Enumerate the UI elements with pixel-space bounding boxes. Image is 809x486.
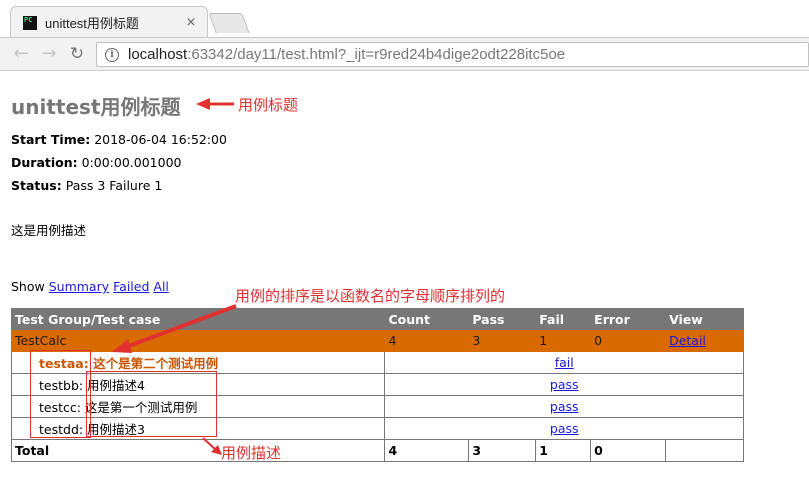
status-label: Status: — [11, 178, 62, 193]
reload-icon[interactable]: ↻ — [66, 43, 88, 65]
class-view-cell: Detail — [665, 329, 744, 352]
tab-close-icon[interactable]: × — [183, 15, 199, 30]
table-header-row: Test Group/Test case Count Pass Fail Err… — [10, 308, 744, 330]
tab-strip: PC unittest用例标题 × — [0, 0, 809, 38]
browser-toolbar: ← → ↻ i localhost:63342/day11/test.html?… — [0, 37, 809, 71]
browser-tab[interactable]: PC unittest用例标题 × — [10, 6, 208, 38]
status-line: Status: Pass 3 Failure 1 — [11, 178, 162, 193]
report-description: 这是用例描述 — [11, 223, 87, 238]
back-arrow-icon[interactable]: ← — [10, 43, 32, 65]
start-time-line: Start Time: 2018-06-04 16:52:00 — [11, 132, 227, 147]
test-case-status-link[interactable]: fail — [555, 355, 574, 370]
duration-line: Duration: 0:00:00.001000 — [11, 155, 182, 170]
show-summary-link[interactable]: Summary — [49, 279, 109, 294]
class-fail: 1 — [535, 329, 592, 352]
total-label: Total — [10, 439, 386, 462]
status-value: Pass 3 Failure 1 — [65, 178, 163, 193]
total-row: Total 4 3 1 0 — [10, 439, 744, 462]
test-case-status-link[interactable]: pass — [550, 377, 579, 392]
duration-value: 0:00:00.001000 — [81, 155, 182, 170]
page-title: unittest用例标题 — [11, 95, 181, 119]
address-bar[interactable]: i localhost:63342/day11/test.html?_ijt=r… — [96, 42, 809, 67]
col-header-fail: Fail — [535, 308, 592, 330]
new-tab-button[interactable] — [208, 13, 250, 33]
total-pass: 3 — [468, 439, 537, 462]
test-case-status-cell: pass — [384, 373, 744, 396]
col-header-count: Count — [384, 308, 470, 330]
start-time-label: Start Time: — [11, 132, 91, 147]
test-class-row: TestCalc 4 3 1 0 Detail — [10, 329, 744, 352]
annotation-title-note: 用例标题 — [238, 96, 299, 114]
class-name: TestCalc — [10, 329, 386, 352]
class-count: 4 — [384, 329, 470, 352]
col-header-group: Test Group/Test case — [10, 308, 386, 330]
class-pass: 3 — [468, 329, 537, 352]
show-failed-link[interactable]: Failed — [113, 279, 149, 294]
total-view-empty — [665, 439, 744, 462]
tab-title: unittest用例标题 — [45, 16, 139, 31]
page-info-icon[interactable]: i — [105, 47, 119, 62]
col-header-view: View — [665, 308, 744, 330]
annotation-desc-box — [86, 371, 217, 437]
class-error: 0 — [590, 329, 667, 352]
pycharm-favicon-icon: PC — [23, 15, 37, 30]
start-time-value: 2018-06-04 16:52:00 — [94, 132, 227, 147]
detail-link[interactable]: Detail — [669, 333, 706, 348]
show-label: Show — [11, 279, 45, 294]
duration-label: Duration: — [11, 155, 78, 170]
test-case-status-cell: fail — [384, 351, 744, 374]
col-header-pass: Pass — [468, 308, 537, 330]
url-host: localhost — [128, 46, 188, 63]
test-case-status-cell: pass — [384, 417, 744, 440]
test-case-status-link[interactable]: pass — [550, 399, 579, 414]
show-filter: Show Summary Failed All — [11, 279, 169, 294]
annotation-desc-note: 用例描述 — [221, 444, 282, 462]
forward-arrow-icon[interactable]: → — [38, 43, 60, 65]
total-count: 4 — [384, 439, 470, 462]
total-fail: 1 — [535, 439, 592, 462]
annotation-name-box — [30, 350, 91, 438]
annotation-order-note: 用例的排序是以函数名的字母顺序排列的 — [235, 287, 506, 305]
url-path: :63342/day11/test.html?_ijt=r9red24b4dig… — [187, 46, 566, 63]
test-case-status-cell: pass — [384, 395, 744, 418]
col-header-error: Error — [590, 308, 667, 330]
total-error: 0 — [590, 439, 667, 462]
show-all-link[interactable]: All — [153, 279, 169, 294]
test-case-status-link[interactable]: pass — [550, 421, 579, 436]
